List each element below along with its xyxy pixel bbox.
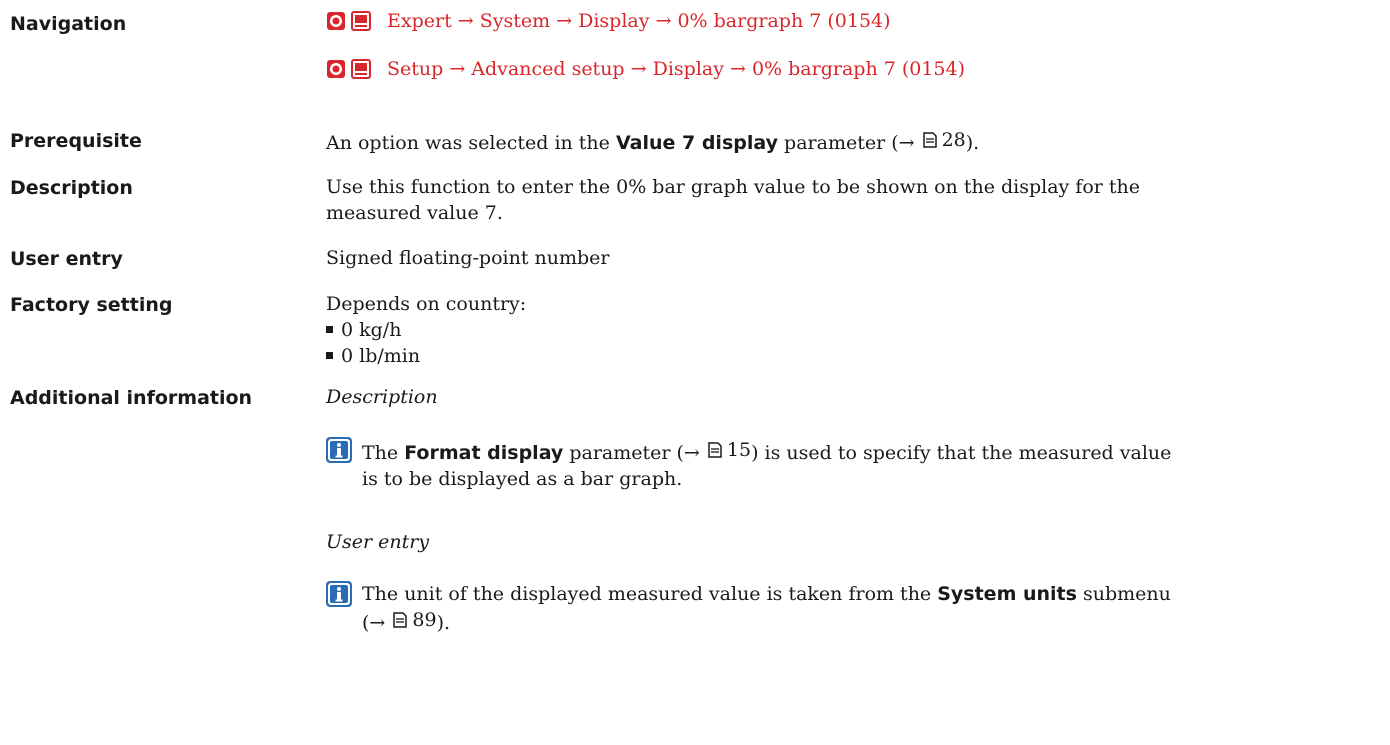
page-number[interactable]: 89: [412, 607, 436, 633]
display-menu-icon: [351, 59, 371, 79]
list-item: 0 kg/h: [326, 317, 526, 343]
section-heading-description: Description: [326, 386, 438, 408]
navigation-path-setup: Setup → Advanced setup → Display → 0% ba…: [326, 58, 965, 80]
list-item: 0 lb/min: [326, 343, 526, 369]
prerequisite-text: An option was selected in the Value 7 di…: [326, 127, 980, 154]
prerequisite-label: Prerequisite: [10, 130, 142, 152]
additional-information-label: Additional information: [10, 387, 253, 409]
navigation-path-text: Expert → System → Display → 0% bargraph …: [387, 10, 891, 32]
info-icon: [326, 581, 352, 607]
user-entry-label: User entry: [10, 248, 123, 270]
navigation-label: Navigation: [10, 13, 127, 35]
parameter-name: Format display: [404, 442, 564, 464]
page-reference-icon: [708, 442, 722, 458]
info-icon: [326, 437, 352, 463]
page-reference-icon: [922, 132, 937, 148]
navigation-path-text: Setup → Advanced setup → Display → 0% ba…: [387, 58, 966, 80]
navigation-path-expert: Expert → System → Display → 0% bargraph …: [326, 10, 891, 32]
page-reference-icon: [393, 612, 408, 628]
parameter-name: Value 7 display: [615, 132, 778, 154]
display-menu-icon: [351, 11, 371, 31]
page-number[interactable]: 15: [727, 437, 751, 463]
description-label: Description: [10, 177, 133, 199]
page-number[interactable]: 28: [942, 127, 966, 153]
operating-menu-icon: [327, 12, 345, 30]
description-text: Use this function to enter the 0% bar gr…: [326, 176, 1141, 224]
operating-menu-icon: [327, 60, 345, 78]
submenu-name: System units: [937, 583, 1077, 605]
section-heading-user-entry: User entry: [326, 531, 430, 553]
factory-setting-label: Factory setting: [10, 294, 173, 316]
factory-setting-text: Depends on country: 0 kg/h 0 lb/min: [326, 293, 527, 369]
user-entry-value: Signed floating-point number: [326, 247, 610, 269]
